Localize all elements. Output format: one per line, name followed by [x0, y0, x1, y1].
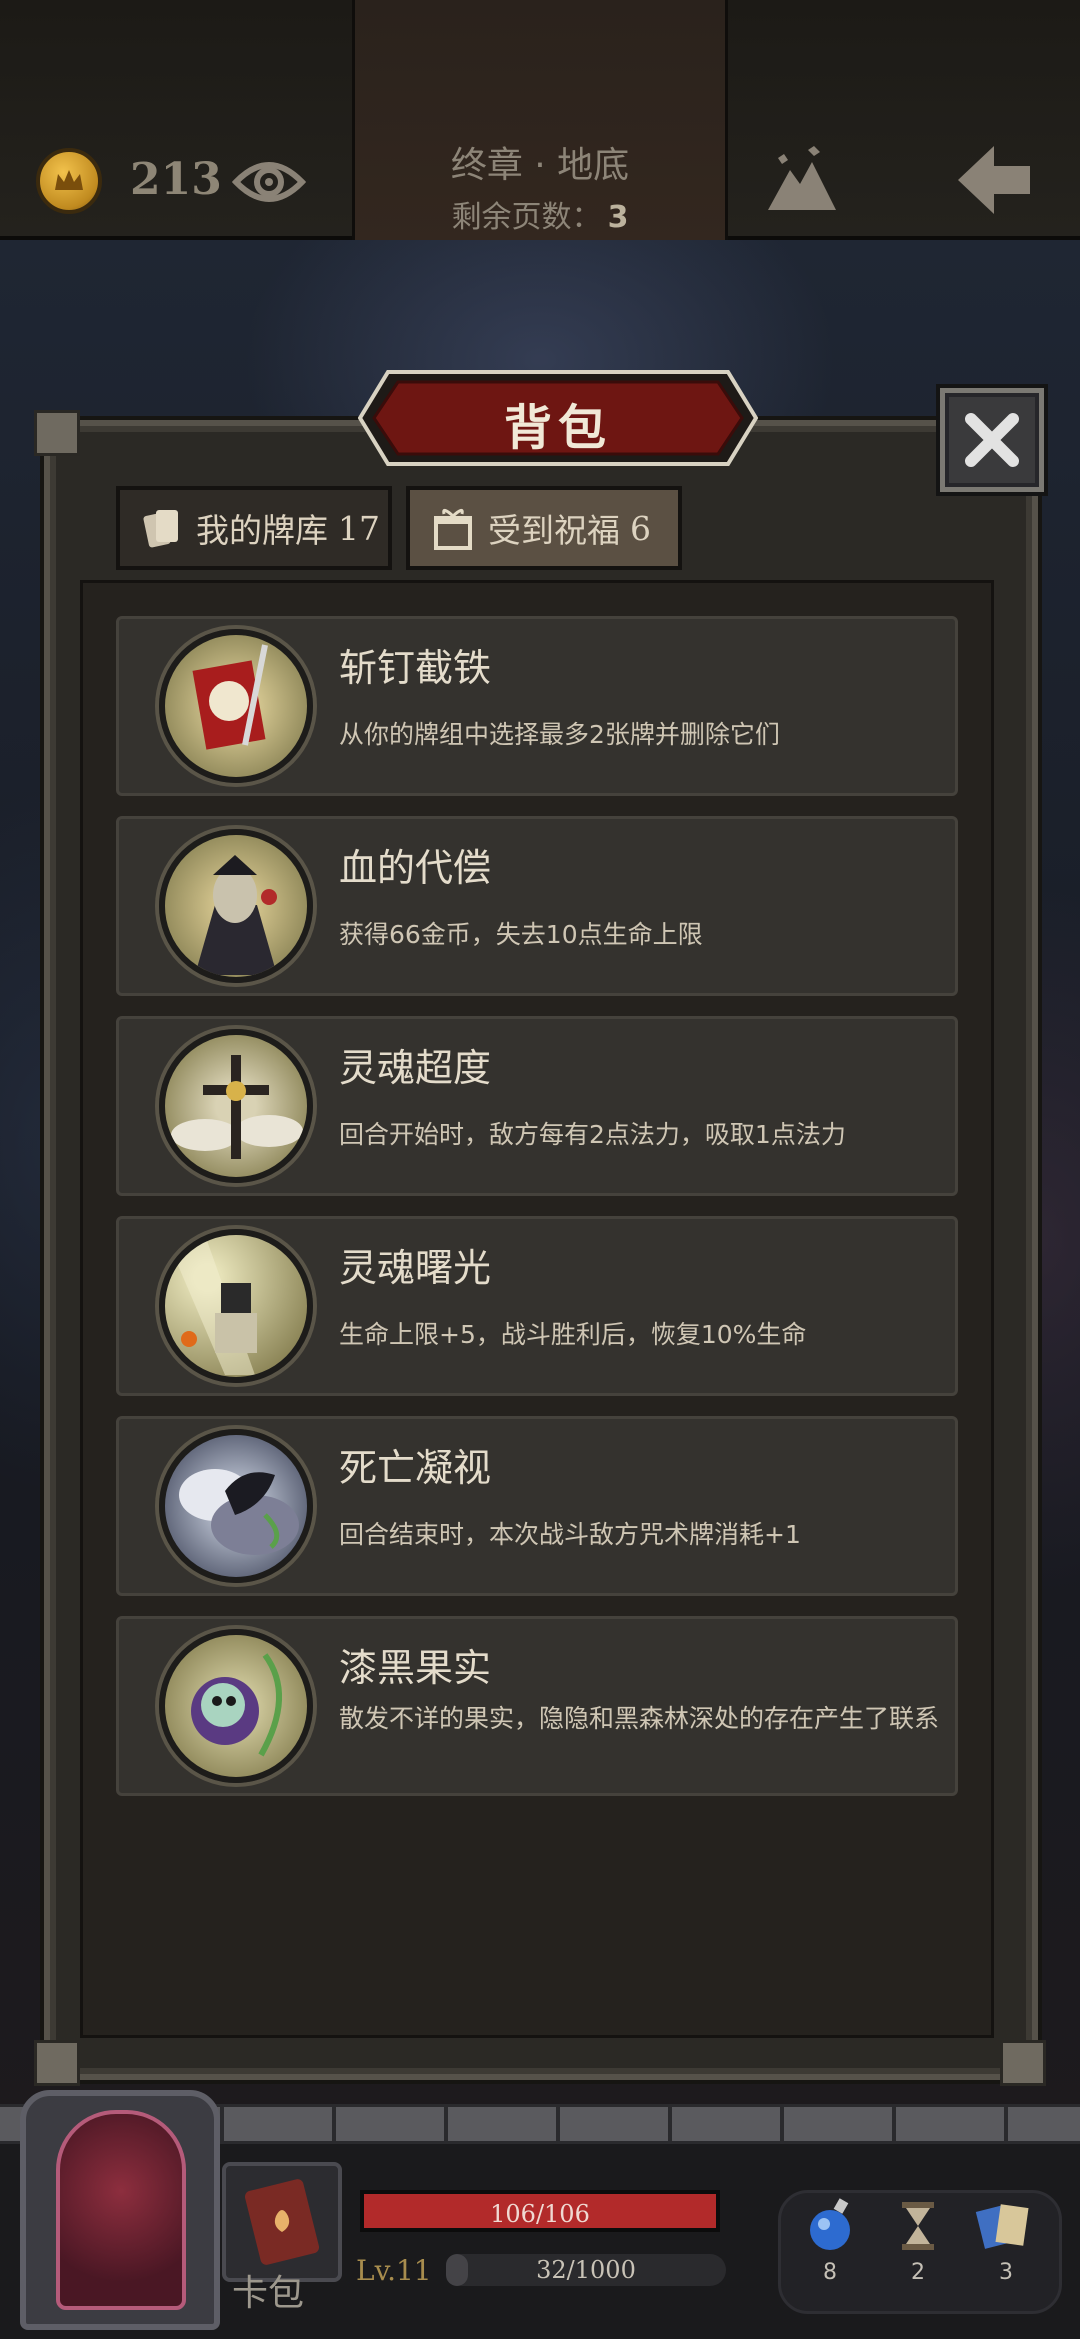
- remaining-pages-label: 剩余页数：: [451, 200, 602, 235]
- sword-banner-icon: [159, 629, 313, 783]
- potion-icon: [810, 2198, 850, 2250]
- book-icon: [244, 2179, 320, 2265]
- blessing-desc: 散发不详的果实，隐隐和黑森林深处的存在产生了联系: [339, 1704, 940, 1733]
- tab-my-deck-count: 17: [338, 508, 380, 548]
- blessing-item[interactable]: 斩钉截铁 从你的牌组中选择最多2张牌并删除它们: [116, 616, 958, 796]
- blessing-desc: 回合结束时，本次战斗敌方咒术牌消耗+1: [339, 1520, 801, 1549]
- blessing-desc: 从你的牌组中选择最多2张牌并删除它们: [339, 720, 780, 749]
- cards-icon: [142, 506, 182, 550]
- close-icon: [965, 413, 1019, 467]
- potion-resource[interactable]: 8: [790, 2196, 870, 2285]
- tab-my-deck[interactable]: 我的牌库 17: [116, 486, 392, 570]
- knight-light-icon: [159, 1229, 313, 1383]
- card-bag-label: 卡包: [232, 2273, 305, 2314]
- blessing-item[interactable]: 血的代偿 获得66金币，失去10点生命上限: [116, 816, 958, 996]
- crown-coin-icon: [36, 148, 102, 214]
- top-bar: 213 终章 · 地底 剩余页数： 3: [0, 0, 1080, 240]
- blessing-item[interactable]: 灵魂曙光 生命上限+5，战斗胜利后，恢复10%生命: [116, 1216, 958, 1396]
- gold-count: 213: [130, 154, 222, 205]
- dark-fruit-icon: [159, 1629, 313, 1783]
- blessing-name: 死亡凝视: [339, 1446, 492, 1490]
- blessing-name: 灵魂超度: [339, 1046, 492, 1090]
- card-stack-count: 3: [999, 2260, 1013, 2285]
- tab-blessings[interactable]: 受到祝福 6: [406, 486, 682, 570]
- xp-text: 32/1000: [536, 2256, 636, 2284]
- blessing-item[interactable]: 灵魂超度 回合开始时，敌方每有2点法力，吸取1点法力: [116, 1016, 958, 1196]
- potion-count: 8: [823, 2260, 837, 2285]
- gift-icon: [432, 506, 474, 550]
- level-text: Lv.11: [356, 2254, 432, 2287]
- blessing-name: 斩钉截铁: [339, 646, 492, 690]
- vampire-icon: [159, 829, 313, 983]
- remaining-pages: 剩余页数： 3: [352, 192, 728, 236]
- blessing-item[interactable]: 漆黑果实 散发不详的果实，隐隐和黑森林深处的存在产生了联系: [116, 1616, 958, 1796]
- xp-bar: 32/1000: [446, 2254, 726, 2286]
- tab-blessings-count: 6: [630, 508, 651, 548]
- panel-title: 背包: [503, 400, 612, 456]
- blessing-desc: 获得66金币，失去10点生命上限: [339, 920, 703, 949]
- card-stack-icon: [975, 2204, 1029, 2249]
- panel-corner: [34, 2040, 80, 2086]
- skull-cross-icon: [159, 1029, 313, 1183]
- blessing-list: 斩钉截铁 从你的牌组中选择最多2张牌并删除它们 血的代偿 获得66金币，失去10…: [116, 616, 958, 1816]
- card-stack-resource[interactable]: 3: [966, 2196, 1046, 2285]
- tab-blessings-label: 受到祝福: [488, 511, 620, 550]
- blessing-name: 灵魂曙光: [339, 1246, 492, 1290]
- mountain-map-icon[interactable]: [764, 144, 840, 214]
- tab-my-deck-label: 我的牌库: [196, 511, 328, 550]
- blessing-name: 血的代偿: [339, 846, 492, 890]
- hourglass-resource[interactable]: 2: [878, 2196, 958, 2285]
- death-cloud-icon: [159, 1429, 313, 1583]
- hp-text: 106/106: [490, 2200, 590, 2228]
- hero-portrait[interactable]: [56, 2110, 186, 2310]
- hourglass-count: 2: [911, 2260, 925, 2285]
- hp-bar: 106/106: [360, 2190, 720, 2232]
- blessing-name: 漆黑果实: [339, 1646, 492, 1690]
- close-button[interactable]: [940, 388, 1044, 492]
- hourglass-icon: [902, 2202, 934, 2250]
- chapter-title: 终章 · 地底: [450, 145, 630, 186]
- remaining-pages-value: 3: [607, 200, 629, 235]
- blessing-item[interactable]: 死亡凝视 回合结束时，本次战斗敌方咒术牌消耗+1: [116, 1416, 958, 1596]
- blessing-desc: 回合开始时，敌方每有2点法力，吸取1点法力: [339, 1120, 846, 1149]
- back-arrow-icon[interactable]: [954, 142, 1034, 218]
- panel-corner: [34, 410, 80, 456]
- panel-corner: [1000, 2040, 1046, 2086]
- eye-icon[interactable]: [232, 152, 306, 212]
- blessing-desc: 生命上限+5，战斗胜利后，恢复10%生命: [339, 1320, 807, 1349]
